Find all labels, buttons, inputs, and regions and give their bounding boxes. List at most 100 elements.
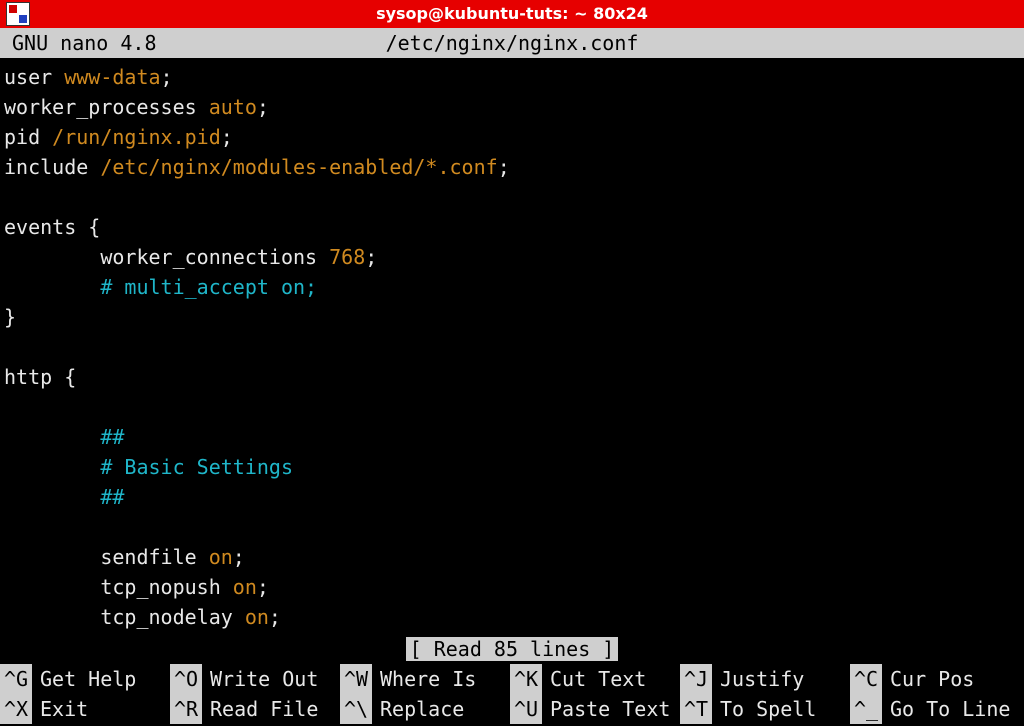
shortcut-label: Replace (380, 694, 464, 724)
shortcut-key: ^R (170, 694, 202, 724)
editor-line[interactable]: events { (4, 212, 1024, 242)
text-segment: # Basic Settings (100, 455, 293, 479)
shortcut-key: ^U (510, 694, 542, 724)
shortcut-label: Where Is (380, 664, 476, 694)
text-segment (4, 485, 100, 509)
shortcut-item[interactable]: ^O Write Out (170, 664, 340, 694)
shortcut-item[interactable]: ^\ Replace (340, 694, 510, 724)
text-segment: ; (221, 125, 233, 149)
shortcut-key: ^\ (340, 694, 372, 724)
text-segment (4, 455, 100, 479)
shortcut-row-2: ^X Exit ^R Read File ^\ Replace ^U Paste Text ^T… (0, 694, 1024, 724)
text-segment: /run/nginx.pid (52, 125, 221, 149)
shortcut-item[interactable]: ^G Get Help (0, 664, 170, 694)
shortcut-label: Go To Line (890, 694, 1010, 724)
text-segment: ; (498, 155, 510, 179)
text-segment: ; (161, 65, 173, 89)
text-segment: auto (209, 95, 257, 119)
shortcut-label: Read File (210, 694, 318, 724)
shortcut-item[interactable]: ^CCur Pos (850, 664, 1020, 694)
shortcut-key: ^J (680, 664, 712, 694)
text-segment: on (209, 545, 233, 569)
shortcut-item[interactable]: ^T To Spell (680, 694, 850, 724)
text-segment: /etc/nginx/modules-enabled/*.conf (100, 155, 497, 179)
text-segment (4, 275, 100, 299)
text-segment: worker_connections (4, 245, 329, 269)
shortcut-label: Paste Text (550, 694, 670, 724)
editor-line[interactable]: sendfile on; (4, 542, 1024, 572)
editor-line[interactable]: ## (4, 482, 1024, 512)
shortcut-label: Cut Text (550, 664, 646, 694)
editor-buffer[interactable]: user www-data;worker_processes auto;pid … (0, 58, 1024, 632)
editor-line[interactable]: ## (4, 422, 1024, 452)
text-segment: tcp_nodelay (4, 605, 245, 629)
editor-line[interactable] (4, 182, 1024, 212)
text-segment: on (245, 605, 269, 629)
editor-line[interactable]: include /etc/nginx/modules-enabled/*.con… (4, 152, 1024, 182)
editor-line[interactable]: user www-data; (4, 62, 1024, 92)
nano-status-line: [ Read 85 lines ] (0, 632, 1024, 664)
shortcut-item[interactable]: ^J Justify (680, 664, 850, 694)
text-segment (4, 425, 100, 449)
editor-line[interactable] (4, 332, 1024, 362)
shortcut-key: ^_ (850, 694, 882, 724)
shortcut-label: Get Help (40, 664, 136, 694)
shortcut-item[interactable]: ^R Read File (170, 694, 340, 724)
editor-line[interactable]: http { (4, 362, 1024, 392)
text-segment: } (4, 305, 16, 329)
editor-line[interactable]: # Basic Settings (4, 452, 1024, 482)
terminal-window: sysop@kubuntu-tuts: ~ 80x24 GNU nano 4.8… (0, 0, 1024, 726)
shortcut-label: Write Out (210, 664, 318, 694)
editor-line[interactable]: tcp_nodelay on; (4, 602, 1024, 632)
shortcut-item[interactable]: ^K Cut Text (510, 664, 680, 694)
editor-line[interactable] (4, 512, 1024, 542)
text-segment: www-data (64, 65, 160, 89)
shortcut-key: ^O (170, 664, 202, 694)
shortcut-row-1: ^G Get Help ^O Write Out ^W Where Is ^K Cut Tex… (0, 664, 1024, 694)
editor-line[interactable]: # multi_accept on; (4, 272, 1024, 302)
shortcut-key: ^C (850, 664, 882, 694)
text-segment: # multi_accept on; (100, 275, 317, 299)
shortcut-label: To Spell (720, 694, 816, 724)
text-segment (4, 185, 16, 209)
text-segment: pid (4, 125, 52, 149)
text-segment (4, 395, 16, 419)
text-segment: ; (257, 95, 269, 119)
text-segment: ## (100, 425, 124, 449)
text-segment: include (4, 155, 100, 179)
text-segment: 768 (329, 245, 365, 269)
editor-line[interactable] (4, 392, 1024, 422)
text-segment: ; (233, 545, 245, 569)
shortcut-item[interactable]: ^X Exit (0, 694, 170, 724)
text-segment: worker_processes (4, 95, 209, 119)
editor-line[interactable]: worker_connections 768; (4, 242, 1024, 272)
nano-header: GNU nano 4.8 /etc/nginx/nginx.conf (0, 28, 1024, 58)
shortcut-item[interactable]: ^W Where Is (340, 664, 510, 694)
text-segment: ; (365, 245, 377, 269)
text-segment: on (233, 575, 257, 599)
editor-line[interactable]: } (4, 302, 1024, 332)
text-segment: tcp_nopush (4, 575, 233, 599)
window-menu-icon[interactable] (6, 2, 30, 26)
text-segment (4, 515, 16, 539)
editor-line[interactable]: pid /run/nginx.pid; (4, 122, 1024, 152)
text-segment: events { (4, 215, 100, 239)
text-segment: http { (4, 365, 76, 389)
editor-line[interactable]: tcp_nopush on; (4, 572, 1024, 602)
window-titlebar[interactable]: sysop@kubuntu-tuts: ~ 80x24 (0, 0, 1024, 28)
shortcut-item[interactable]: ^_ Go To Line (850, 694, 1020, 724)
text-segment: ; (269, 605, 281, 629)
shortcut-key: ^T (680, 694, 712, 724)
shortcut-key: ^K (510, 664, 542, 694)
text-segment: user (4, 65, 64, 89)
shortcut-item[interactable]: ^U Paste Text (510, 694, 680, 724)
window-title: sysop@kubuntu-tuts: ~ 80x24 (0, 2, 1024, 26)
nano-shortcut-bar: ^G Get Help ^O Write Out ^W Where Is ^K Cut Tex… (0, 664, 1024, 726)
shortcut-key: ^X (0, 694, 32, 724)
shortcut-label: Justify (720, 664, 804, 694)
shortcut-label: Exit (40, 694, 88, 724)
editor-line[interactable]: worker_processes auto; (4, 92, 1024, 122)
shortcut-key: ^G (0, 664, 32, 694)
shortcut-key: ^W (340, 664, 372, 694)
nano-file-name: /etc/nginx/nginx.conf (0, 28, 1024, 58)
